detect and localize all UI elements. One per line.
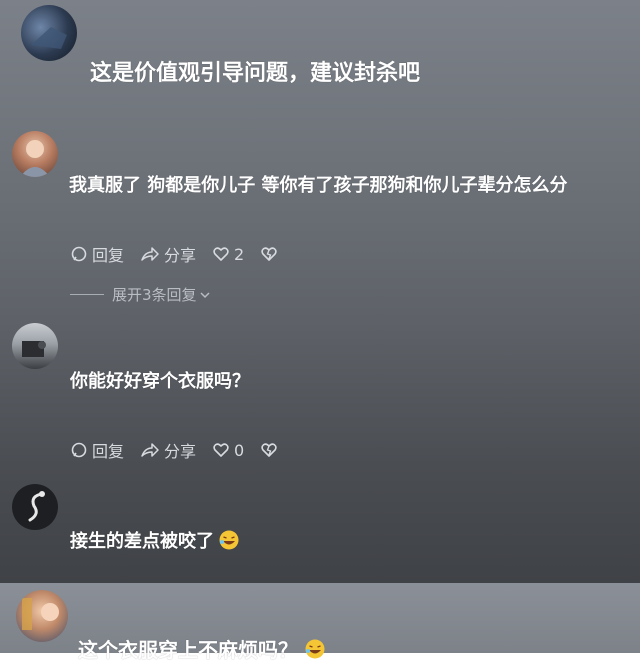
avatar[interactable] (12, 131, 58, 177)
divider-line (70, 294, 104, 295)
share-button[interactable]: 分享 (140, 438, 196, 462)
comment-text: 这是价值观引导问题，建议封杀吧 (90, 61, 421, 86)
avatar-image (31, 27, 67, 49)
laughing-emoji-icon (219, 530, 239, 550)
like-count: 0 (234, 440, 245, 460)
avatar-image (28, 491, 45, 522)
reply-label: 回复 (92, 246, 125, 265)
dislike-heart-icon (261, 443, 277, 457)
share-label: 分享 (164, 442, 197, 461)
share-label: 分享 (164, 246, 197, 265)
avatar-image (22, 341, 46, 357)
like-button[interactable]: 0 (212, 441, 244, 460)
comment-text: 这个衣服穿上不麻烦吗？ (78, 638, 298, 662)
reply-button[interactable]: 回复 (70, 438, 124, 462)
laughing-emoji-icon (305, 639, 325, 658)
heart-icon (213, 247, 229, 261)
reply-bubble-icon (71, 246, 87, 262)
dislike-heart-icon (261, 247, 277, 261)
comment-body: 这个衣服穿上不麻烦吗？ (78, 634, 326, 663)
dislike-button[interactable] (260, 245, 278, 263)
share-icon (141, 443, 159, 457)
comment-text: 接生的差点被咬了 (70, 531, 214, 552)
share-icon (141, 247, 159, 261)
reply-button[interactable]: 回复 (70, 242, 124, 266)
dislike-button[interactable] (260, 441, 278, 459)
avatar[interactable] (21, 5, 77, 61)
comment-actions: 回复 分享 2 (70, 242, 278, 266)
heart-icon (213, 443, 229, 457)
avatar[interactable] (16, 590, 68, 642)
reply-label: 回复 (92, 442, 125, 461)
comment-actions: 回复 分享 0 (70, 438, 278, 462)
share-button[interactable]: 分享 (140, 242, 196, 266)
chevron-down-icon (200, 291, 210, 298)
avatar-image (20, 140, 50, 177)
comment-text: 我真服了 狗都是你儿子 等你有了孩子那狗和你儿子辈分怎么分 (69, 175, 568, 196)
like-count: 2 (234, 244, 245, 264)
expand-replies[interactable]: 展开3条回复 (70, 284, 211, 305)
avatar-image (22, 598, 59, 630)
like-button[interactable]: 2 (212, 245, 244, 264)
comment-body: 接生的差点被咬了 (70, 527, 240, 553)
reply-bubble-icon (71, 442, 87, 458)
expand-replies-label: 展开3条回复 (112, 286, 197, 304)
comment-text: 你能好好穿个衣服吗？ (70, 371, 250, 392)
avatar[interactable] (12, 484, 58, 530)
avatar[interactable] (12, 323, 58, 369)
